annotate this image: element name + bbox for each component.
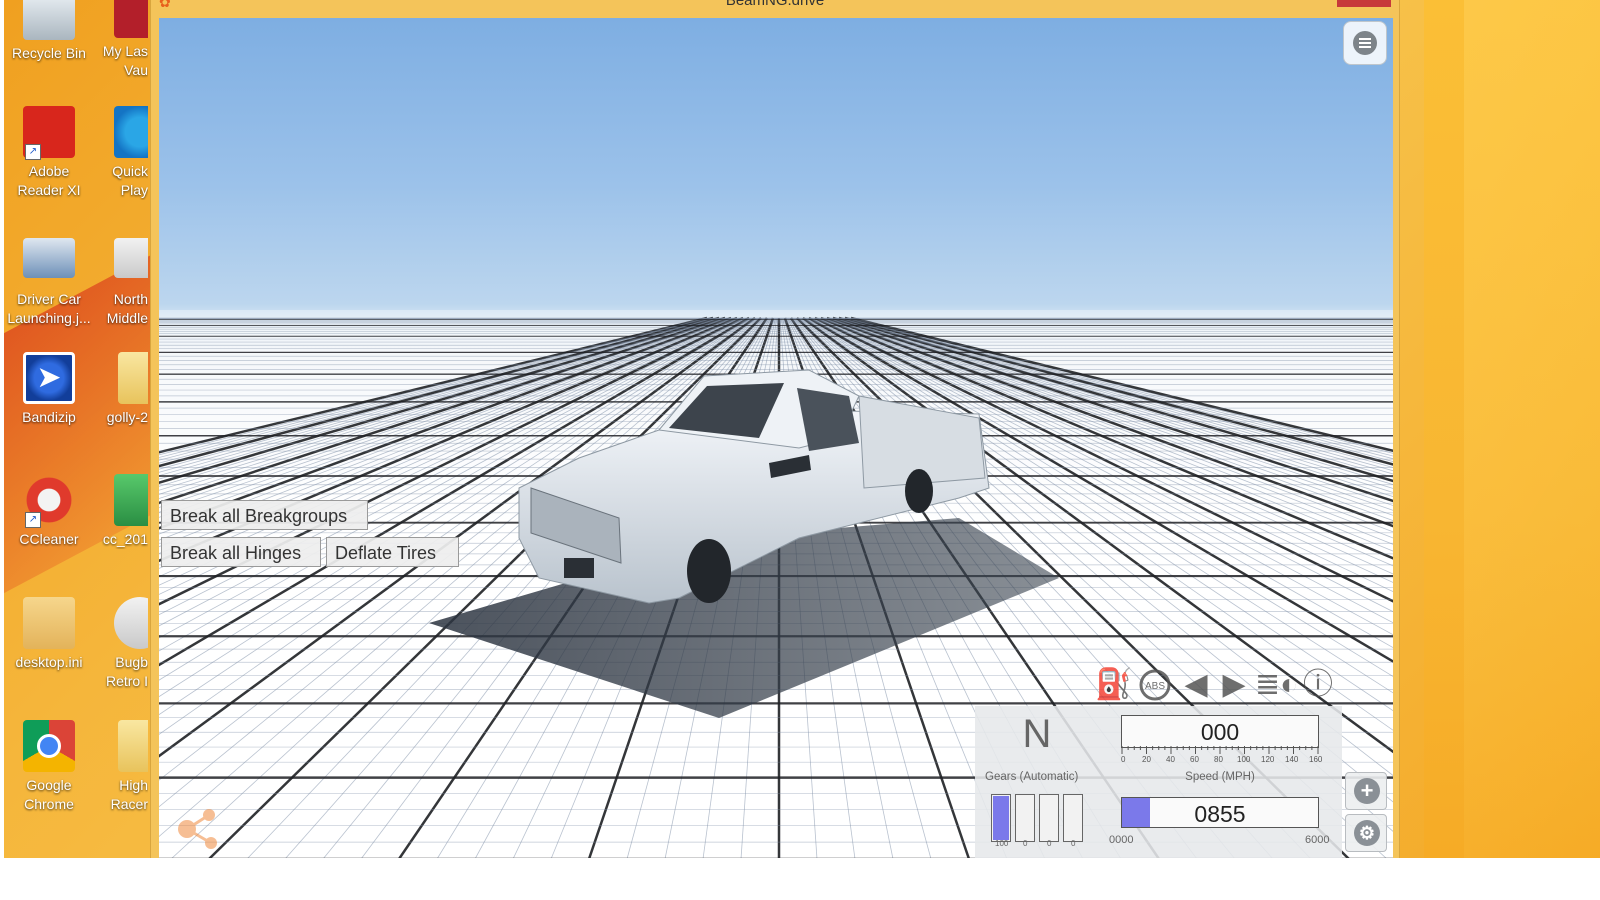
- game-icon: [114, 597, 148, 649]
- folder-icon: [118, 720, 148, 772]
- desktop-wallpaper-highlight: [1464, 0, 1600, 858]
- rpm-max-label: 6000: [1305, 834, 1330, 846]
- desktop-icon-label: Google Chrome: [24, 777, 74, 812]
- app-icon: [114, 0, 148, 38]
- gear-bar-value: 0: [1071, 839, 1076, 848]
- desktop-icon-label: Bandizip: [22, 409, 76, 425]
- speed-scale-label: 140: [1285, 755, 1299, 764]
- desktop-icon-bandizip[interactable]: ➤ Bandizip: [4, 352, 94, 427]
- gear-icon: ⚙: [1354, 820, 1380, 846]
- speed-scale-label: 160: [1309, 755, 1323, 764]
- desktop-icon-driver-car[interactable]: Driver Car Launching.j...: [4, 238, 94, 328]
- speed-scale-ticks: [1121, 746, 1319, 754]
- desktop-icon-desktop-ini[interactable]: desktop.ini: [4, 597, 94, 672]
- desktop-icon-quick-play[interactable]: Quick Play: [84, 106, 148, 200]
- break-all-hinges-button[interactable]: Break all Hinges: [161, 537, 321, 567]
- gear-bar: [1063, 794, 1083, 842]
- desktop-icon-label: North Middle: [106, 291, 148, 326]
- desktop-icon-label: Driver Car Launching.j...: [7, 291, 91, 326]
- desktop-icon-label: Adobe Reader XI: [17, 163, 81, 198]
- desktop-icon-high-racer[interactable]: High Racer: [84, 720, 148, 814]
- speed-scale-label: 20: [1142, 755, 1151, 764]
- recycle-bin-icon: [23, 0, 75, 40]
- speed-value: 000: [1200, 719, 1240, 745]
- desktop-icon-bugb-retro[interactable]: Bugb Retro I: [84, 597, 148, 691]
- quickplay-icon: [114, 106, 148, 158]
- deflate-tires-button[interactable]: Deflate Tires: [326, 537, 459, 567]
- left-turn-signal-icon: ◀: [1184, 668, 1208, 701]
- speed-scale-label: 80: [1214, 755, 1223, 764]
- desktop-icon-label: desktop.ini: [15, 654, 83, 670]
- ccleaner-icon: ↗: [23, 474, 75, 528]
- gear-bar: [991, 794, 1011, 842]
- gear-bar: [1039, 794, 1059, 842]
- desktop-icon-ccleaner[interactable]: ↗ CCleaner: [4, 474, 94, 549]
- gear-mode-label: Gears (Automatic): [985, 771, 1079, 783]
- desktop-icon-my-las-vau[interactable]: My Las Vau: [84, 0, 148, 80]
- break-all-breakgroups-button[interactable]: Break all Breakgroups: [161, 500, 368, 530]
- gear-bar-value: 100: [995, 839, 1009, 848]
- fuel-icon: ⛽: [1095, 668, 1133, 701]
- current-gear: N: [1022, 712, 1052, 756]
- speed-scale-label: 40: [1166, 755, 1175, 764]
- adobe-reader-icon: ↗: [23, 106, 75, 160]
- headlight-icon: ≣◐: [1255, 668, 1299, 701]
- archive-icon: [114, 474, 148, 526]
- window-titlebar[interactable]: ✿ BeamNG.drive: [151, 0, 1399, 18]
- window-close-button[interactable]: [1337, 0, 1391, 7]
- window-title: BeamNG.drive: [725, 0, 825, 9]
- svg-text:ABS: ABS: [1145, 681, 1165, 692]
- desktop-icon-adobe-reader[interactable]: ↗ Adobe Reader XI: [4, 106, 94, 200]
- plus-icon: +: [1354, 778, 1380, 804]
- chrome-icon: [23, 720, 75, 772]
- rpm-value: 0855: [1194, 801, 1246, 827]
- desktop-icon-north-middle[interactable]: North Middle: [84, 238, 148, 328]
- gear-bar-fill: [993, 796, 1009, 840]
- desktop-icon-google-chrome[interactable]: Google Chrome: [4, 720, 94, 814]
- screen-bottom-border: [0, 858, 1600, 900]
- speed-scale-label: 120: [1261, 755, 1275, 764]
- desktop-icon-label: Quick Play: [112, 163, 148, 198]
- rpm-min-label: 0000: [1109, 834, 1134, 846]
- speed-scale-label: 100: [1237, 755, 1251, 764]
- desktop-icon-label: Recycle Bin: [12, 45, 86, 61]
- rpm-display: 0855: [1121, 797, 1319, 828]
- warning-icon: ⓘ: [1303, 668, 1333, 701]
- main-menu-button[interactable]: [1343, 21, 1387, 65]
- desktop-icon-label: cc_201: [102, 531, 148, 547]
- desktop-icon-cc-201[interactable]: cc_201: [84, 474, 148, 549]
- menu-icon: [1353, 31, 1377, 55]
- gear-bar: [1015, 794, 1035, 842]
- desktop-icon-label: High Racer: [110, 777, 148, 812]
- desktop-icon-golly[interactable]: golly-2: [84, 352, 148, 427]
- speed-unit-label: Speed (MPH): [1185, 771, 1255, 783]
- bandizip-icon: ➤: [23, 352, 75, 404]
- speed-scale-label: 60: [1190, 755, 1199, 764]
- speed-display: 000: [1121, 715, 1319, 748]
- game-viewport[interactable]: Break all Breakgroups Break all Hinges D…: [159, 18, 1393, 859]
- gear-bar-value: 0: [1023, 839, 1028, 848]
- desktop-icon-label: golly-2: [106, 409, 148, 425]
- settings-file-icon: [23, 597, 75, 649]
- settings-button[interactable]: ⚙: [1345, 814, 1387, 852]
- speed-scale-label: 0: [1121, 755, 1126, 764]
- gear-bar-value: 0: [1047, 839, 1052, 848]
- desktop-icon-recycle-bin[interactable]: Recycle Bin: [4, 0, 94, 63]
- vehicle-dashboard: N Gears (Automatic) 100 0 0 0 000 0 20 4…: [975, 706, 1342, 859]
- hud-indicator-row: ⛽ ABS ◀ ▶ ≣◐ ⓘ: [1095, 666, 1340, 704]
- document-icon: [114, 238, 148, 278]
- desktop-icon-label: CCleaner: [19, 531, 79, 547]
- right-turn-signal-icon: ▶: [1222, 668, 1246, 701]
- desktop-icon-label: Bugb Retro I: [105, 654, 148, 689]
- beamng-watermark-icon: [178, 809, 217, 849]
- abs-icon: ABS: [1135, 668, 1175, 702]
- add-app-button[interactable]: +: [1345, 772, 1387, 810]
- beamng-window: ✿ BeamNG.drive Break all Breakgroups Bre…: [150, 0, 1400, 862]
- folder-icon: [118, 352, 148, 404]
- image-file-icon: [23, 238, 75, 278]
- desktop-icon-label: My Las Vau: [102, 43, 148, 78]
